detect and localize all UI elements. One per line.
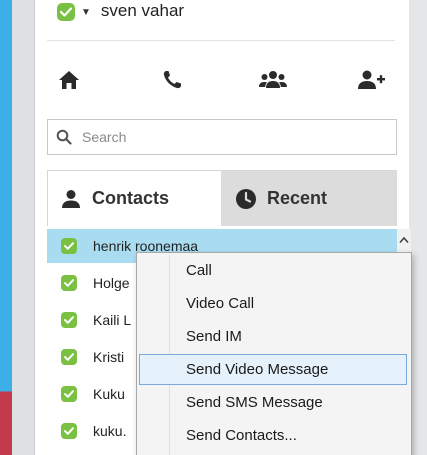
menu-item-label: Call: [186, 262, 212, 279]
contact-name: Kaili L: [93, 312, 132, 328]
home-icon[interactable]: [51, 62, 87, 98]
online-status-icon: [61, 312, 77, 328]
menu-item-label: Send IM: [186, 328, 242, 345]
online-status-icon: [57, 3, 75, 21]
menu-item-send-sms-message[interactable]: Send SMS Message: [139, 387, 407, 418]
online-status-icon: [61, 275, 77, 291]
menu-item-call[interactable]: Call: [139, 255, 407, 286]
add-contact-icon[interactable]: [353, 62, 389, 98]
search-icon: [56, 129, 72, 145]
left-gutter: [12, 0, 35, 455]
menu-item-send-im[interactable]: Send IM: [139, 321, 407, 352]
contact-name: Kuku: [93, 386, 125, 402]
contact-name: kuku.: [93, 423, 127, 439]
phone-icon[interactable]: [154, 62, 190, 98]
tab-contacts-label: Contacts: [92, 188, 170, 208]
tab-recent[interactable]: Recent: [221, 170, 397, 226]
context-menu: Call Video Call Send IM Send Video Messa…: [136, 252, 412, 455]
menu-item-label: Video Call: [186, 295, 255, 312]
tab-bar: Contacts Recent: [47, 170, 397, 226]
clock-icon: [235, 188, 257, 210]
search-box[interactable]: [47, 119, 397, 155]
user-status-row[interactable]: ▼ sven vahar: [57, 0, 184, 30]
menu-item-label: Send SMS Message: [186, 394, 323, 411]
online-status-icon: [61, 423, 77, 439]
scroll-up-arrow-icon[interactable]: [397, 231, 411, 249]
tab-recent-label: Recent: [267, 188, 328, 208]
menu-item-send-contacts[interactable]: Send Contacts...: [139, 420, 407, 451]
header-divider: [47, 40, 395, 41]
contact-name: Holge: [93, 275, 130, 291]
search-input[interactable]: [80, 128, 374, 146]
online-status-icon: [61, 238, 77, 254]
user-name: sven vahar: [100, 1, 185, 20]
menu-item-video-call[interactable]: Video Call: [139, 288, 407, 319]
status-dropdown-icon[interactable]: ▼: [81, 7, 91, 18]
toolbar: [35, 62, 409, 102]
contact-name: Kristi: [93, 349, 125, 365]
group-icon[interactable]: [255, 62, 291, 98]
left-edge-strip: [0, 0, 12, 455]
app-window: ▼ sven vahar Search Contacts Recent henr…: [0, 0, 427, 455]
menu-item-label: Send Contacts...: [186, 427, 297, 444]
menu-item-send-video-message[interactable]: Send Video Message: [139, 354, 407, 385]
online-status-icon: [61, 386, 77, 402]
tab-contacts[interactable]: Contacts: [47, 170, 221, 226]
person-icon: [60, 189, 82, 209]
menu-item-label: Send Video Message: [186, 361, 329, 378]
online-status-icon: [61, 349, 77, 365]
